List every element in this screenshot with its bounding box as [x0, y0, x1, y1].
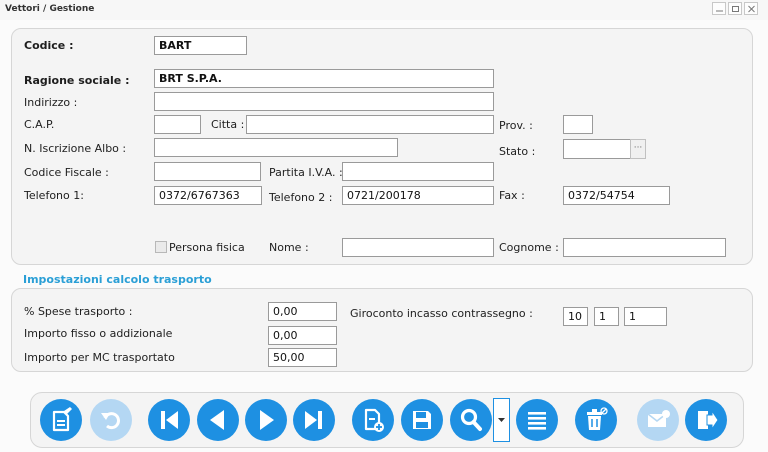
persona-fisica-label: Persona fisica — [169, 241, 245, 254]
importo-fisso-label: Importo fisso o addizionale — [24, 327, 173, 340]
telefono1-label: Telefono 1: — [24, 189, 84, 202]
minimize-button[interactable] — [712, 2, 726, 15]
indirizzo-input[interactable] — [154, 92, 494, 111]
cap-input[interactable] — [154, 115, 201, 134]
last-record-button[interactable] — [293, 399, 335, 441]
citta-label: Citta : — [211, 118, 245, 131]
nome-input[interactable] — [342, 238, 494, 257]
delete-button[interactable] — [575, 399, 617, 441]
telefono2-label: Telefono 2 : — [269, 191, 333, 204]
cognome-label: Cognome : — [499, 241, 559, 254]
exit-button[interactable] — [685, 399, 727, 441]
giroconto-input-3[interactable]: 1 — [624, 307, 667, 326]
partita-iva-label: Partita I.V.A. : — [269, 166, 343, 179]
search-icon — [460, 408, 482, 431]
search-dropdown-button[interactable] — [493, 398, 510, 442]
spese-trasporto-input[interactable]: 0,00 — [268, 302, 337, 321]
telefono1-input[interactable]: 0372/6767363 — [154, 186, 262, 205]
giroconto-input-1[interactable]: 10 — [563, 307, 588, 326]
last-record-icon — [305, 411, 322, 429]
codice-fiscale-input[interactable] — [154, 162, 261, 181]
iscrizione-albo-input[interactable] — [154, 138, 398, 157]
stato-lookup-button[interactable]: ··· — [630, 139, 646, 159]
persona-fisica-checkbox[interactable] — [155, 241, 167, 253]
new-document-icon — [364, 408, 384, 432]
prov-label: Prov. : — [499, 119, 533, 132]
cognome-input[interactable] — [563, 238, 726, 257]
window-controls — [710, 2, 758, 15]
iscrizione-albo-label: N. Iscrizione Albo : — [24, 142, 127, 155]
edit-document-icon — [52, 407, 72, 432]
maximize-button[interactable] — [728, 2, 742, 15]
window-title: Vettori / Gestione — [5, 4, 95, 14]
spese-trasporto-label: % Spese trasporto : — [24, 305, 133, 318]
next-record-button[interactable] — [245, 399, 287, 441]
save-button[interactable] — [401, 399, 443, 441]
first-record-icon — [161, 411, 178, 429]
importo-fisso-input[interactable]: 0,00 — [268, 326, 337, 345]
new-button[interactable] — [352, 399, 394, 441]
codice-label: Codice : — [24, 39, 74, 52]
nome-label: Nome : — [269, 241, 309, 254]
giroconto-label: Giroconto incasso contrassegno : — [350, 307, 533, 320]
minimize-icon — [716, 10, 723, 12]
delete-icon — [587, 407, 608, 430]
edit-button[interactable] — [40, 399, 82, 441]
cap-label: C.A.P. — [24, 118, 55, 131]
close-icon — [748, 5, 755, 13]
chevron-down-icon — [498, 418, 505, 422]
maximize-icon — [732, 6, 739, 12]
ragione-sociale-input[interactable]: BRT S.P.A. — [154, 69, 494, 88]
codice-input[interactable]: BART — [154, 36, 247, 55]
ragione-sociale-label: Ragione sociale : — [24, 74, 130, 87]
partita-iva-input[interactable] — [342, 162, 494, 181]
email-button[interactable] — [637, 399, 679, 441]
search-button[interactable] — [450, 399, 492, 441]
list-icon — [528, 412, 546, 430]
stato-label: Stato : — [499, 145, 536, 158]
previous-record-icon — [210, 410, 224, 430]
trasporto-section-title: Impostazioni calcolo trasporto — [23, 273, 212, 286]
fax-input[interactable]: 0372/54754 — [563, 186, 670, 205]
citta-input[interactable] — [246, 115, 494, 134]
fax-label: Fax : — [499, 189, 525, 202]
email-icon — [647, 410, 670, 427]
giroconto-input-2[interactable]: 1 — [594, 307, 619, 326]
close-button[interactable] — [744, 2, 758, 15]
telefono2-input[interactable]: 0721/200178 — [342, 186, 494, 205]
previous-record-button[interactable] — [197, 399, 239, 441]
importo-mc-input[interactable]: 50,00 — [268, 348, 337, 367]
stato-input[interactable] — [563, 139, 631, 159]
undo-button[interactable] — [90, 399, 132, 441]
undo-icon — [101, 412, 120, 430]
title-bar: Vettori / Gestione — [0, 0, 768, 20]
exit-icon — [698, 409, 719, 431]
first-record-button[interactable] — [148, 399, 190, 441]
next-record-icon — [260, 410, 274, 430]
prov-input[interactable] — [563, 115, 593, 134]
list-button[interactable] — [516, 399, 558, 441]
importo-mc-label: Importo per MC trasportato — [24, 351, 175, 364]
indirizzo-label: Indirizzo : — [24, 96, 78, 109]
save-icon — [413, 411, 431, 429]
codice-fiscale-label: Codice Fiscale : — [24, 166, 109, 179]
